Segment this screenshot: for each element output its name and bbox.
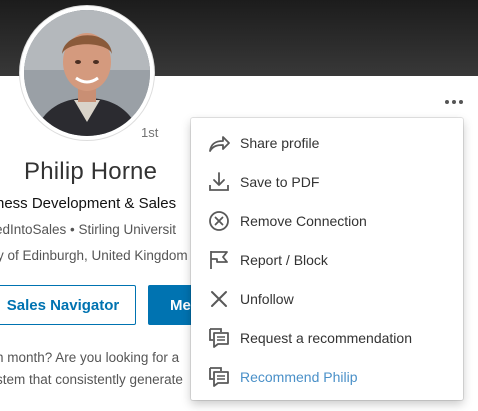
menu-item-recommend-philip[interactable]: Recommend Philip (191, 358, 463, 396)
menu-item-unfollow[interactable]: Unfollow (191, 280, 463, 318)
connection-degree-badge: 1st (141, 125, 159, 140)
menu-item-label: Unfollow (240, 291, 294, 307)
ellipsis-icon (445, 100, 449, 104)
more-actions-button[interactable] (445, 96, 467, 108)
profile-summary-line: stem that consistently generate (0, 372, 183, 387)
menu-item-remove-connection[interactable]: Remove Connection (191, 202, 463, 240)
download-icon (207, 170, 231, 194)
profile-location: y of Edinburgh, United Kingdom (0, 248, 188, 263)
more-actions-dropdown-menu: Share profile Save to PDF Remove Connect… (191, 118, 463, 400)
menu-item-label: Remove Connection (240, 213, 367, 229)
sales-navigator-button[interactable]: Sales Navigator (0, 285, 136, 325)
menu-item-label: Share profile (240, 135, 320, 151)
avatar[interactable] (20, 6, 154, 140)
profile-company-school[interactable]: edIntoSales • Stirling Universit (0, 222, 176, 237)
menu-item-label: Save to PDF (240, 174, 320, 190)
menu-item-label: Recommend Philip (240, 369, 358, 385)
remove-circle-icon (207, 209, 231, 233)
profile-summary-line: n month? Are you looking for a (0, 350, 180, 365)
speech-bubble-icon (207, 326, 231, 350)
menu-item-label: Request a recommendation (240, 330, 412, 346)
profile-name: Philip Horne (24, 158, 158, 185)
close-icon (207, 287, 231, 311)
menu-item-report-block[interactable]: Report / Block (191, 241, 463, 279)
menu-item-request-recommendation[interactable]: Request a recommendation (191, 319, 463, 357)
profile-headline: ness Development & Sales (0, 195, 177, 212)
menu-item-share-profile[interactable]: Share profile (191, 124, 463, 162)
menu-item-label: Report / Block (240, 252, 328, 268)
flag-icon (207, 248, 231, 272)
profile-photo (24, 10, 150, 136)
menu-item-save-to-pdf[interactable]: Save to PDF (191, 163, 463, 201)
speech-bubble-icon (207, 365, 231, 389)
share-icon (207, 131, 231, 155)
